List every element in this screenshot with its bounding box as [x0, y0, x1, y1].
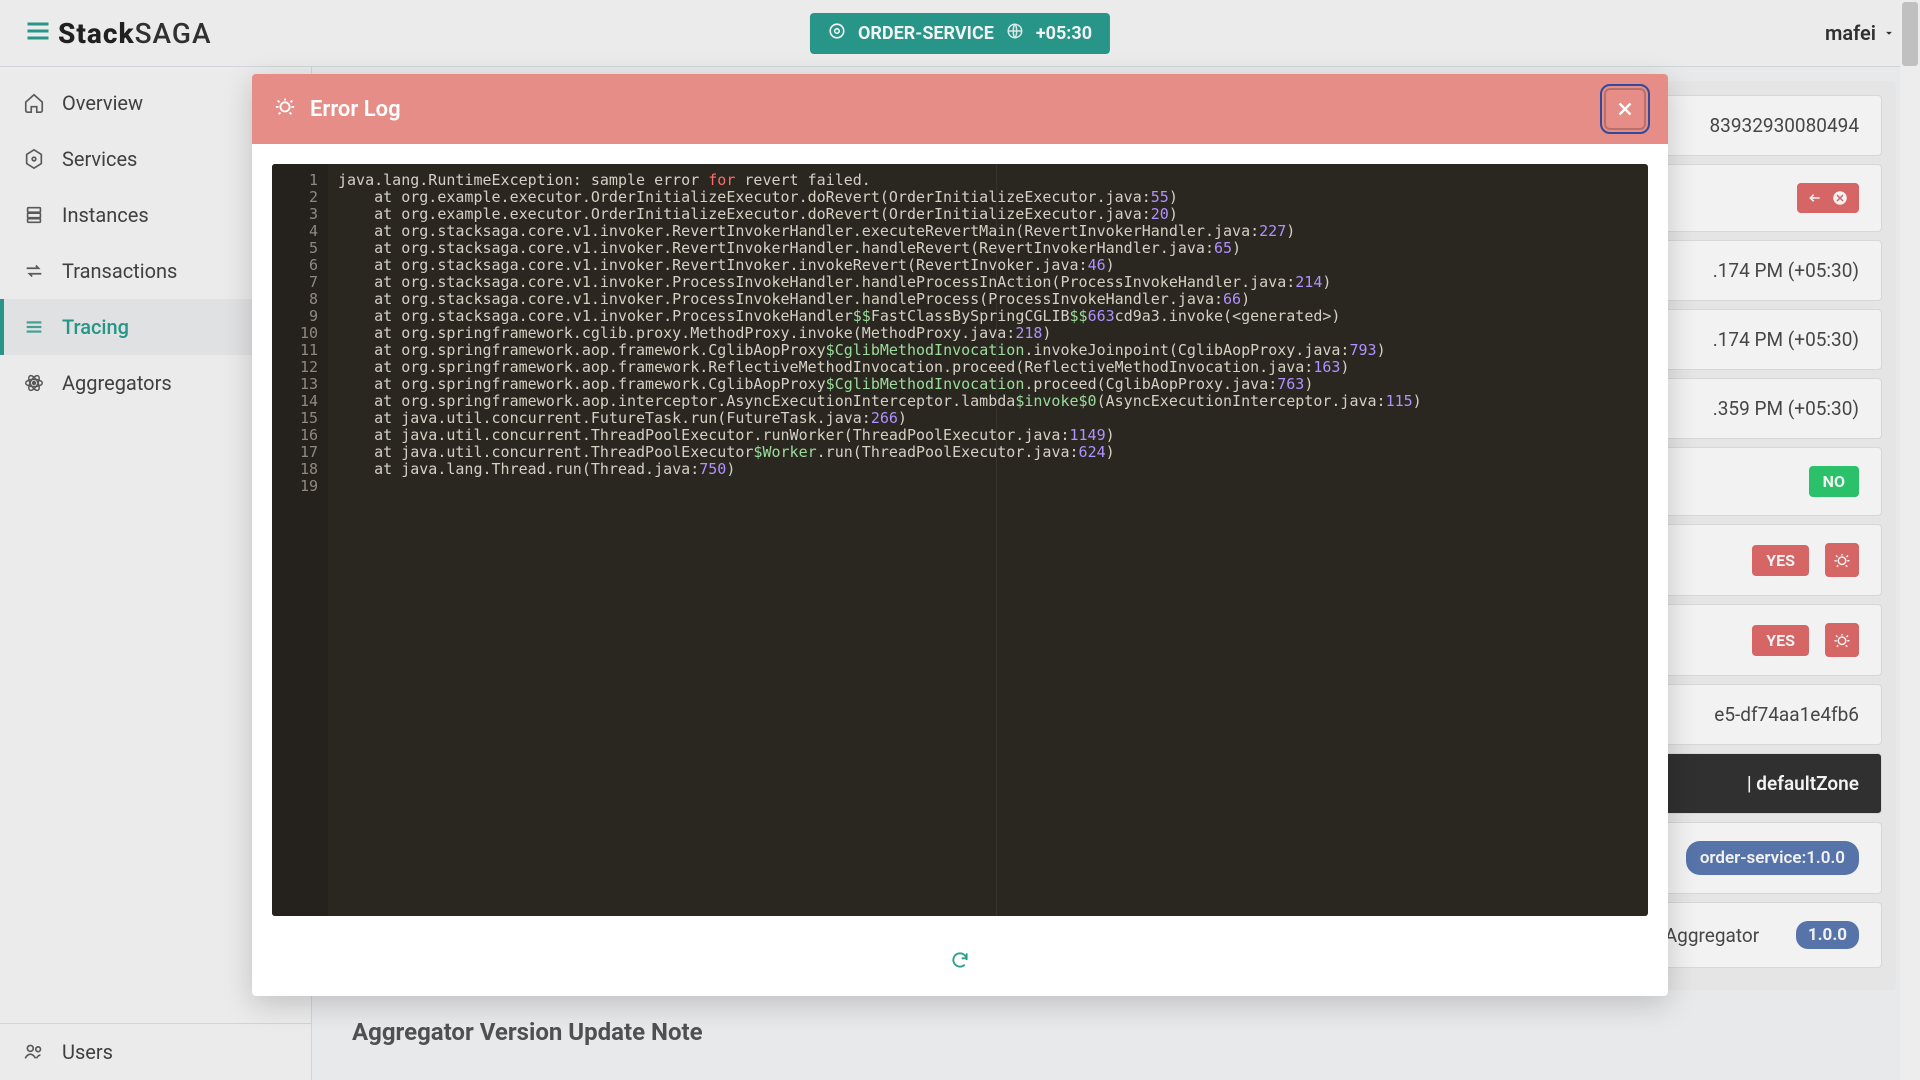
- modal-header: Error Log: [252, 74, 1668, 144]
- code-content: java.lang.RuntimeException: sample error…: [328, 164, 1648, 916]
- page-scrollbar[interactable]: [1900, 0, 1920, 1080]
- modal-body: 12345678910111213141516171819 java.lang.…: [252, 144, 1668, 936]
- close-button[interactable]: [1604, 88, 1646, 130]
- error-log-modal: Error Log 12345678910111213141516171819 …: [252, 74, 1668, 996]
- code-scroll[interactable]: 12345678910111213141516171819 java.lang.…: [272, 164, 1648, 916]
- modal-footer: [252, 936, 1668, 996]
- modal-title: Error Log: [310, 97, 401, 122]
- refresh-icon[interactable]: [950, 950, 970, 974]
- bug-icon: [274, 95, 296, 123]
- line-gutter: 12345678910111213141516171819: [272, 164, 328, 916]
- modal-overlay: Error Log 12345678910111213141516171819 …: [0, 0, 1920, 1080]
- code-block: 12345678910111213141516171819 java.lang.…: [272, 164, 1648, 916]
